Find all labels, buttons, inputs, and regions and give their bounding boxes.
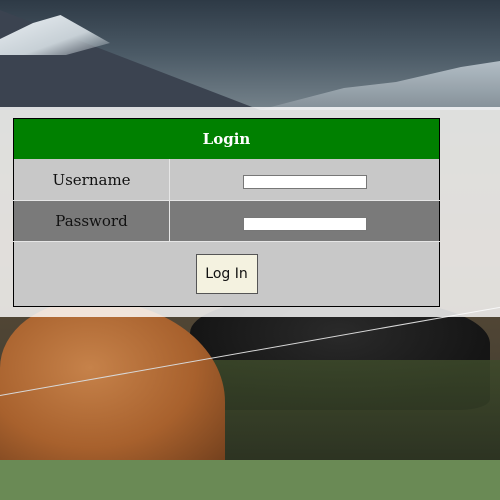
login-form: Login Username Password Log In (13, 118, 440, 307)
login-button[interactable]: Log In (195, 254, 258, 294)
vegetation (200, 360, 500, 460)
password-label: Password (13, 200, 170, 242)
footer-strip (0, 460, 500, 500)
password-row: Password (13, 200, 440, 242)
username-label: Username (13, 159, 170, 201)
password-input[interactable] (242, 216, 367, 231)
login-title: Login (13, 118, 440, 159)
username-input[interactable] (242, 175, 367, 190)
submit-row: Log In (13, 241, 440, 307)
username-row: Username (13, 159, 440, 201)
